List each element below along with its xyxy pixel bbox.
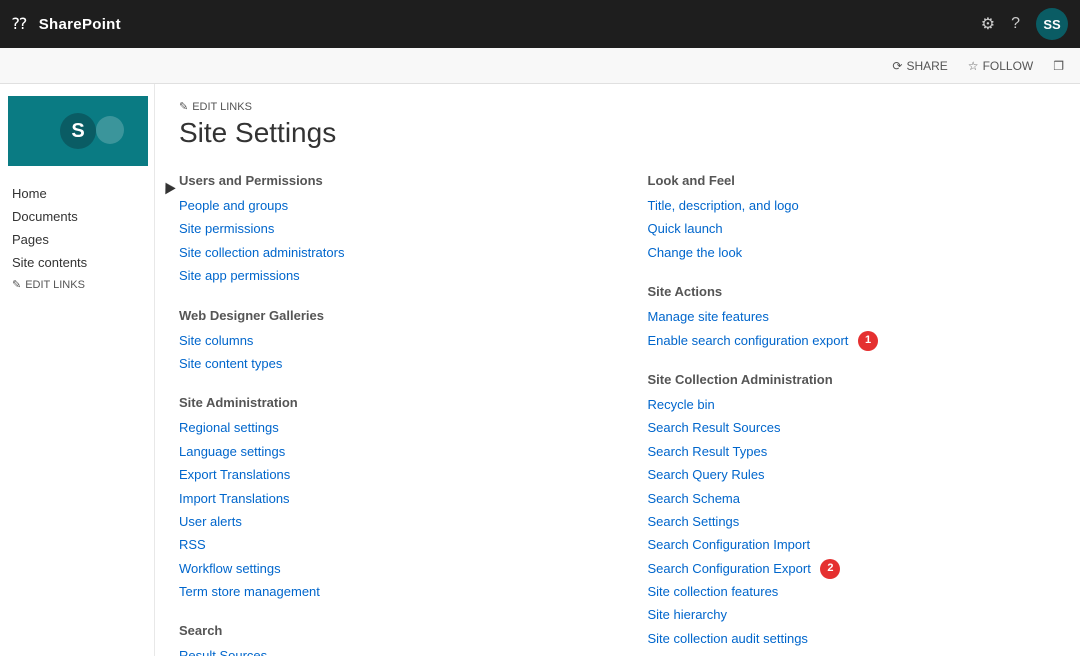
section-title-users: Users and Permissions: [179, 173, 588, 188]
section-title-site-admin: Site Administration: [179, 395, 588, 410]
link-result-sources[interactable]: Result Sources: [179, 644, 588, 656]
right-column: Look and Feel Title, description, and lo…: [648, 173, 1057, 656]
link-manage-features[interactable]: Manage site features: [648, 305, 1057, 328]
section-search: Search Result Sources Result Types Query…: [179, 623, 588, 656]
link-user-alerts[interactable]: User alerts: [179, 510, 588, 533]
link-search-config-export[interactable]: Search Configuration Export 2: [648, 557, 1057, 580]
link-site-content-types[interactable]: Site content types: [179, 352, 588, 375]
link-search-config-import[interactable]: Search Configuration Import: [648, 533, 1057, 556]
focus-button[interactable]: ❐: [1053, 59, 1064, 73]
app-title: SharePoint: [39, 16, 121, 33]
link-site-collection-admins[interactable]: Site collection administrators: [179, 241, 588, 264]
link-site-columns[interactable]: Site columns: [179, 329, 588, 352]
link-enable-search-export[interactable]: Enable search configuration export 1: [648, 329, 1057, 352]
link-search-result-sources[interactable]: Search Result Sources: [648, 416, 1057, 439]
follow-button[interactable]: ☆ FOLLOW: [968, 59, 1033, 73]
link-quick-launch[interactable]: Quick launch: [648, 217, 1057, 240]
section-title-look-feel: Look and Feel: [648, 173, 1057, 188]
link-regional-settings[interactable]: Regional settings: [179, 416, 588, 439]
link-search-schema[interactable]: Search Schema: [648, 487, 1057, 510]
link-site-collection-features[interactable]: Site collection features: [648, 580, 1057, 603]
link-title-description-logo[interactable]: Title, description, and logo: [648, 194, 1057, 217]
link-audit-settings[interactable]: Site collection audit settings: [648, 627, 1057, 650]
section-site-administration: Site Administration Regional settings La…: [179, 395, 588, 603]
section-title-site-actions: Site Actions: [648, 284, 1057, 299]
waffle-icon[interactable]: ⁇: [12, 14, 27, 34]
link-search-settings-collection[interactable]: Search Settings: [648, 510, 1057, 533]
star-icon: ☆: [968, 59, 979, 73]
section-site-collection-admin: Site Collection Administration Recycle b…: [648, 372, 1057, 656]
section-site-actions: Site Actions Manage site features Enable…: [648, 284, 1057, 352]
link-import-translations[interactable]: Import Translations: [179, 487, 588, 510]
site-logo: S: [8, 96, 148, 166]
focus-icon: ❐: [1053, 59, 1064, 73]
cursor-pointer: [160, 180, 175, 195]
section-users-permissions: Users and Permissions People and groups …: [179, 173, 588, 288]
section-title-web-designer: Web Designer Galleries: [179, 308, 588, 323]
link-export-translations[interactable]: Export Translations: [179, 463, 588, 486]
link-language-settings[interactable]: Language settings: [179, 440, 588, 463]
link-term-store[interactable]: Term store management: [179, 580, 588, 603]
pencil-icon-top: ✎: [179, 100, 188, 113]
sections-grid: Users and Permissions People and groups …: [179, 173, 1056, 656]
link-recycle-bin[interactable]: Recycle bin: [648, 393, 1057, 416]
edit-links-top[interactable]: ✎ EDIT LINKS: [179, 100, 1056, 113]
main-layout: S Home Documents Pages Site contents ✎ E…: [0, 84, 1080, 656]
left-column: Users and Permissions People and groups …: [179, 173, 588, 656]
sidebar-item-home[interactable]: Home: [0, 182, 154, 205]
sidebar-item-site-contents[interactable]: Site contents: [0, 251, 154, 274]
page-wrapper: ⁇ SharePoint ⚙ ? SS ⟳ SHARE ☆ FOLLOW ❐ S: [0, 0, 1080, 656]
annotation-1: 1: [858, 331, 878, 351]
top-bar-left: ⁇ SharePoint: [12, 14, 121, 34]
pencil-icon: ✎: [12, 278, 21, 291]
link-search-result-types[interactable]: Search Result Types: [648, 440, 1057, 463]
sidebar-item-documents[interactable]: Documents: [0, 205, 154, 228]
user-avatar[interactable]: SS: [1036, 8, 1068, 40]
section-look-feel: Look and Feel Title, description, and lo…: [648, 173, 1057, 264]
section-title-collection-admin: Site Collection Administration: [648, 372, 1057, 387]
link-search-query-rules[interactable]: Search Query Rules: [648, 463, 1057, 486]
left-sidebar: S Home Documents Pages Site contents ✎ E…: [0, 84, 155, 656]
site-logo-decoration: [96, 116, 124, 144]
sidebar-edit-links[interactable]: ✎ EDIT LINKS: [0, 274, 154, 295]
share-button[interactable]: ⟳ SHARE: [892, 59, 947, 73]
link-change-look[interactable]: Change the look: [648, 241, 1057, 264]
main-content: ✎ EDIT LINKS Site Settings Users and Per…: [155, 84, 1080, 656]
settings-icon[interactable]: ⚙: [981, 14, 995, 34]
link-rss[interactable]: RSS: [179, 533, 588, 556]
help-icon[interactable]: ?: [1011, 15, 1020, 33]
link-people-groups[interactable]: People and groups: [179, 194, 588, 217]
link-site-hierarchy[interactable]: Site hierarchy: [648, 603, 1057, 626]
top-bar-right: ⚙ ? SS: [981, 8, 1068, 40]
link-site-app-permissions[interactable]: Site app permissions: [179, 264, 588, 287]
link-site-permissions[interactable]: Site permissions: [179, 217, 588, 240]
link-portal-site[interactable]: Portal site connection: [648, 650, 1057, 656]
share-follow-bar: ⟳ SHARE ☆ FOLLOW ❐: [0, 48, 1080, 84]
annotation-2: 2: [820, 559, 840, 579]
top-navigation-bar: ⁇ SharePoint ⚙ ? SS: [0, 0, 1080, 48]
share-icon: ⟳: [892, 59, 902, 73]
sidebar-item-pages[interactable]: Pages: [0, 228, 154, 251]
section-web-designer: Web Designer Galleries Site columns Site…: [179, 308, 588, 376]
page-title: Site Settings: [179, 117, 1056, 149]
link-workflow-settings[interactable]: Workflow settings: [179, 557, 588, 580]
section-title-search: Search: [179, 623, 588, 638]
site-logo-letter: S: [60, 113, 96, 149]
